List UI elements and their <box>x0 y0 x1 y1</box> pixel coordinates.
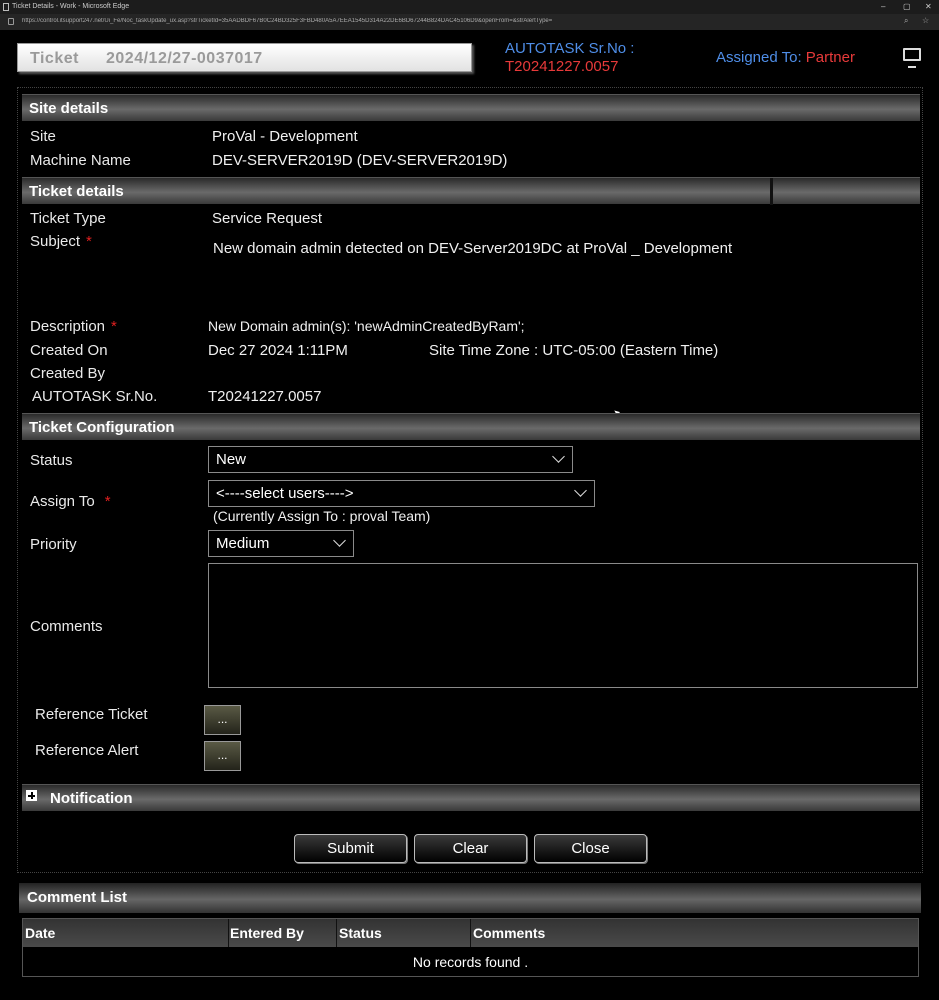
chevron-down-icon <box>333 534 346 547</box>
required-mark: * <box>111 318 117 335</box>
subject-label: Subject * <box>30 233 92 250</box>
clear-button[interactable]: Clear <box>414 834 527 863</box>
submit-button[interactable]: Submit <box>294 834 407 863</box>
comment-list-title: Comment List <box>27 889 128 906</box>
machine-name-label: Machine Name <box>30 152 131 169</box>
assign-to-label-text: Assign To <box>30 493 95 510</box>
reference-ticket-label: Reference Ticket <box>35 706 148 723</box>
required-mark: * <box>104 493 111 510</box>
required-mark: * <box>86 233 92 250</box>
section-title: Notification <box>50 790 133 807</box>
assign-to-selected-value: <----select users----> <box>216 485 354 502</box>
column-header-date[interactable]: Date <box>23 919 229 947</box>
section-site-details: Site details <box>22 94 920 121</box>
section-title: Ticket details <box>29 183 124 200</box>
site-label: Site <box>30 128 56 145</box>
timezone-value: UTC-05:00 (Eastern Time) <box>542 342 719 359</box>
description-label-text: Description <box>30 318 106 335</box>
description-label: Description * <box>30 318 117 335</box>
lock-icon <box>8 18 14 25</box>
reference-alert-label: Reference Alert <box>35 742 139 759</box>
assigned-to-label: Assigned To: <box>716 49 802 66</box>
assign-to-select[interactable]: <----select users----> <box>208 480 595 507</box>
reference-ticket-browse-button[interactable]: ... <box>204 705 241 735</box>
column-header-status[interactable]: Status <box>337 919 471 947</box>
reference-alert-browse-button[interactable]: ... <box>204 741 241 771</box>
machine-name-value: DEV-SERVER2019D (DEV-SERVER2019D) <box>212 152 508 169</box>
minimize-icon[interactable]: – <box>881 2 885 11</box>
priority-select[interactable]: Medium <box>208 530 354 557</box>
ticket-label: Ticket <box>30 50 79 67</box>
priority-label: Priority <box>30 536 77 553</box>
ticket-type-label: Ticket Type <box>30 210 106 227</box>
created-on-label: Created On <box>30 342 108 359</box>
created-on-value: Dec 27 2024 1:11PM <box>208 342 348 359</box>
autotask-srno-label: AUTOTASK Sr.No. <box>32 388 158 405</box>
status-select[interactable]: New <box>208 446 573 473</box>
no-records-message: No records found . <box>412 954 529 970</box>
monitor-icon[interactable] <box>903 48 921 68</box>
current-assignee: (Currently Assign To : proval Team) <box>213 508 431 524</box>
url-text[interactable]: https://control.itsupport247.net/Ui_Fe/N… <box>22 18 882 24</box>
page-icon <box>3 3 9 11</box>
ticket-number: 2024/12/27-0037017 <box>106 50 263 67</box>
assigned-to-value: Partner <box>805 49 855 66</box>
close-window-icon[interactable]: ✕ <box>925 2 932 11</box>
created-by-label: Created By <box>30 365 106 382</box>
ticket-type-value: Service Request <box>212 210 323 227</box>
comment-list-table: Date Entered By Status Comments No recor… <box>22 918 919 977</box>
favorite-icon[interactable]: ☆ <box>922 16 929 25</box>
section-notification[interactable]: Notification <box>22 784 920 811</box>
comments-textarea[interactable] <box>208 563 918 688</box>
chevron-down-icon <box>574 484 587 497</box>
subject-label-text: Subject <box>30 233 81 250</box>
status-label: Status <box>30 452 73 469</box>
address-bar[interactable]: https://control.itsupport247.net/Ui_Fe/N… <box>0 14 939 30</box>
priority-selected-value: Medium <box>216 535 270 552</box>
autotask-header-value: T20241227.0057 <box>505 58 619 75</box>
column-header-entered-by[interactable]: Entered By <box>229 919 337 947</box>
section-title: Site details <box>29 100 109 117</box>
assigned-to: Assigned To: Partner <box>716 49 855 66</box>
comment-list-header: Comment List <box>19 883 921 913</box>
autotask-header-label: AUTOTASK Sr.No : <box>505 40 635 57</box>
section-ticket-configuration: Ticket Configuration <box>22 413 920 440</box>
chevron-down-icon <box>552 450 565 463</box>
timezone-label: Site Time Zone : <box>429 342 539 359</box>
site-value: ProVal - Development <box>212 128 358 145</box>
zoom-icon[interactable]: ⌕ <box>904 16 908 26</box>
section-title: Ticket Configuration <box>29 419 175 436</box>
browser-titlebar: Ticket Details - Work - Microsoft Edge –… <box>0 0 939 14</box>
assign-to-label: Assign To * <box>30 493 111 510</box>
status-selected-value: New <box>216 451 247 468</box>
window-title: Ticket Details - Work - Microsoft Edge <box>12 3 130 10</box>
site-timezone: Site Time Zone : UTC-05:00 (Eastern Time… <box>429 342 718 359</box>
maximize-icon[interactable]: ▢ <box>903 2 911 11</box>
section-ticket-details: Ticket details <box>22 177 920 205</box>
ticket-number-banner: Ticket 2024/12/27-0037017 <box>17 43 472 72</box>
comments-label: Comments <box>30 618 103 635</box>
section-divider <box>770 178 773 205</box>
subject-value: New domain admin detected on DEV-Server2… <box>213 240 733 257</box>
autotask-srno-value: T20241227.0057 <box>208 388 322 405</box>
close-button[interactable]: Close <box>534 834 647 863</box>
expand-plus-icon[interactable] <box>26 790 37 801</box>
column-header-comments[interactable]: Comments <box>471 919 918 947</box>
description-value: New Domain admin(s): 'newAdminCreatedByR… <box>208 318 525 334</box>
table-header-row: Date Entered By Status Comments <box>23 919 918 947</box>
